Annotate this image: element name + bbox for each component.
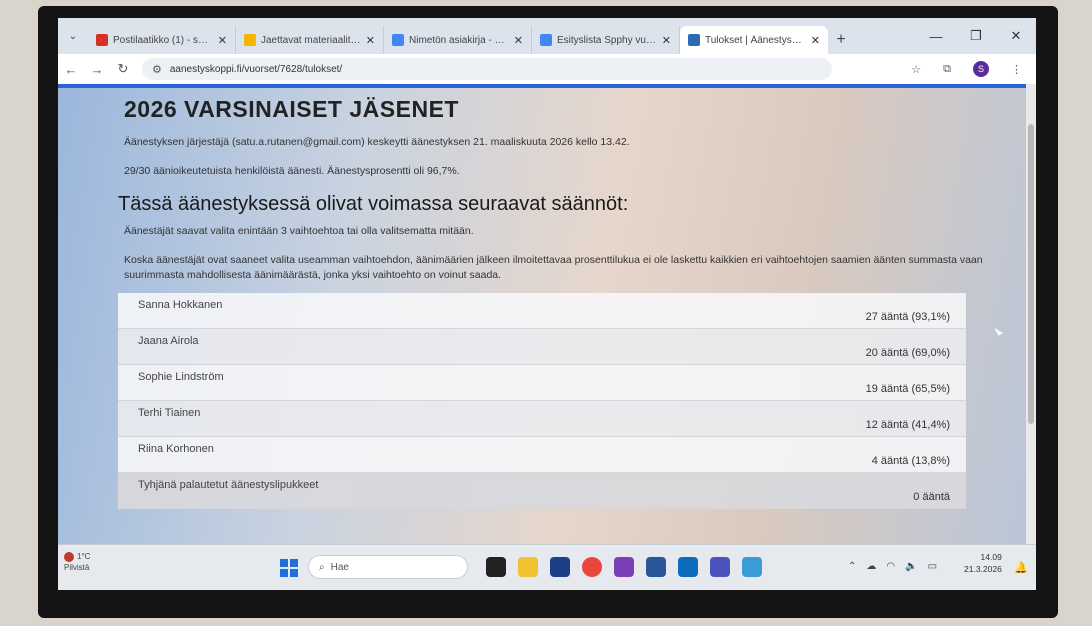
result-row: Sophie Lindström 19 ääntä (65,5%) bbox=[118, 365, 966, 401]
tab-agenda[interactable]: Esityslista Spphy vuosik ✕ bbox=[532, 26, 680, 54]
vote-count: 4 ääntä (13,8%) bbox=[871, 455, 950, 467]
candidate-name: Sanna Hokkanen bbox=[138, 299, 223, 311]
app-icon[interactable] bbox=[742, 557, 762, 577]
result-row: Terhi Tiainen 12 ääntä (41,4%) bbox=[118, 401, 966, 437]
rule-note: Koska äänestäjät ovat saaneet valita use… bbox=[124, 254, 983, 281]
back-button[interactable]: ← bbox=[58, 62, 84, 77]
profile-avatar[interactable]: S bbox=[973, 61, 989, 77]
results-list: Sanna Hokkanen 27 ääntä (93,1%) Jaana Ai… bbox=[118, 293, 966, 509]
close-tab-icon[interactable]: ✕ bbox=[218, 34, 227, 47]
url-field[interactable]: ⚙ aanestyskoppi.fi/vuorset/7628/tulokset… bbox=[142, 58, 832, 80]
tab-results[interactable]: Tulokset | Äänestyskoppi ✕ bbox=[680, 26, 828, 54]
store-icon[interactable] bbox=[550, 557, 570, 577]
rules-heading: Tässä äänestyksessä olivat voimassa seur… bbox=[118, 193, 629, 215]
chrome-icon[interactable] bbox=[582, 557, 602, 577]
taskbar-apps bbox=[486, 557, 762, 577]
close-tab-icon[interactable]: ✕ bbox=[811, 34, 820, 47]
notification-icon[interactable]: 🔔 bbox=[1014, 561, 1028, 574]
result-row: Sanna Hokkanen 27 ääntä (93,1%) bbox=[118, 293, 966, 329]
mouse-cursor-icon bbox=[994, 325, 1003, 336]
volume-icon[interactable]: 🔈 bbox=[905, 561, 917, 572]
start-button[interactable] bbox=[280, 559, 298, 577]
blank-ballots-label: Tyhjänä palautetut äänestyslipukkeet bbox=[138, 479, 319, 491]
teams-icon[interactable] bbox=[710, 557, 730, 577]
minimize-button[interactable]: — bbox=[916, 29, 956, 44]
tab-search-icon[interactable]: ⌄ bbox=[58, 18, 88, 54]
system-tray: ⌃ ☁ ◠ 🔈 ▭ bbox=[848, 561, 937, 572]
blank-ballots-row: Tyhjänä palautetut äänestyslipukkeet 0 ä… bbox=[118, 473, 966, 509]
maximize-button[interactable]: ❐ bbox=[956, 28, 996, 44]
chevron-up-icon[interactable]: ⌃ bbox=[848, 561, 856, 572]
taskbar-search[interactable]: ⌕ Hae bbox=[308, 555, 468, 579]
search-icon: ⌕ bbox=[319, 561, 325, 573]
reload-button[interactable]: ↻ bbox=[110, 61, 136, 77]
organizer-line: Äänestyksen järjestäjä (satu.a.rutanen@g… bbox=[124, 136, 630, 148]
turnout-line: 29/30 äänioikeutetuista henkilöistä ääne… bbox=[124, 165, 460, 177]
gmail-icon bbox=[96, 34, 108, 46]
extensions-icon[interactable]: ⧉ bbox=[943, 63, 951, 76]
candidate-name: Terhi Tiainen bbox=[138, 407, 201, 419]
docs-icon bbox=[392, 34, 404, 46]
file-explorer-icon[interactable] bbox=[518, 557, 538, 577]
vote-count: 27 ääntä (93,1%) bbox=[865, 311, 950, 323]
outlook-icon[interactable] bbox=[678, 557, 698, 577]
ballot-box-icon bbox=[688, 34, 700, 46]
menu-icon[interactable]: ⋮ bbox=[1011, 63, 1022, 76]
tab-strip: ⌄ Postilaatikko (1) - spphy. ✕ Jaettavat… bbox=[58, 18, 1036, 54]
wifi-icon[interactable]: ◠ bbox=[886, 561, 895, 572]
word-icon[interactable] bbox=[646, 557, 666, 577]
candidate-name: Jaana Airola bbox=[138, 335, 199, 347]
new-tab-button[interactable]: + bbox=[828, 26, 854, 54]
candidate-name: Sophie Lindström bbox=[138, 371, 224, 383]
vote-count: 19 ääntä (65,5%) bbox=[865, 383, 950, 395]
battery-icon[interactable]: ▭ bbox=[928, 561, 937, 572]
close-tab-icon[interactable]: ✕ bbox=[366, 34, 375, 47]
close-tab-icon[interactable]: ✕ bbox=[514, 34, 523, 47]
vote-count: 20 ääntä (69,0%) bbox=[865, 347, 950, 359]
result-row: Jaana Airola 20 ääntä (69,0%) bbox=[118, 329, 966, 365]
tab-gmail[interactable]: Postilaatikko (1) - spphy. ✕ bbox=[88, 26, 236, 54]
blank-ballots-count: 0 ääntä bbox=[913, 491, 950, 503]
clock[interactable]: 14.09 21.3.2026 bbox=[964, 551, 1002, 575]
taskbar: 1°C Pilvistä ⌕ Hae ⌃ ☁ ◠ 🔈 ▭ 14.09 21.3.… bbox=[58, 544, 1036, 590]
address-bar: ← → ↻ ⚙ aanestyskoppi.fi/vuorset/7628/tu… bbox=[58, 54, 1036, 85]
vote-count: 12 ääntä (41,4%) bbox=[865, 419, 950, 431]
onedrive-icon[interactable]: ☁ bbox=[866, 561, 876, 572]
site-info-icon[interactable]: ⚙ bbox=[152, 63, 162, 76]
candidate-name: Riina Korhonen bbox=[138, 443, 214, 455]
forward-button[interactable]: → bbox=[84, 62, 110, 77]
weather-widget[interactable]: 1°C Pilvistä bbox=[64, 551, 90, 573]
result-row: Riina Korhonen 4 ääntä (13,8%) bbox=[118, 437, 966, 473]
close-tab-icon[interactable]: ✕ bbox=[662, 34, 671, 47]
page-title: 2026 VARSINAISET JÄSENET bbox=[124, 96, 459, 122]
page-scrollbar[interactable] bbox=[1026, 84, 1036, 544]
rule-text: Äänestäjät saavat valita enintään 3 vaih… bbox=[124, 225, 474, 237]
screen: ⌄ Postilaatikko (1) - spphy. ✕ Jaettavat… bbox=[58, 18, 1036, 590]
tab-drive[interactable]: Jaettavat materiaalit - G ✕ bbox=[236, 26, 384, 54]
drive-icon bbox=[244, 34, 256, 46]
window-controls: — ❐ ✕ bbox=[916, 18, 1036, 54]
scrollbar-thumb[interactable] bbox=[1028, 124, 1034, 424]
copilot-icon[interactable] bbox=[614, 557, 634, 577]
close-window-button[interactable]: ✕ bbox=[996, 28, 1036, 44]
weather-icon bbox=[64, 551, 74, 562]
bookmark-star-icon[interactable]: ☆ bbox=[911, 63, 921, 76]
task-view-icon[interactable] bbox=[486, 557, 506, 577]
tab-docs[interactable]: Nimetön asiakirja - Goog ✕ bbox=[384, 26, 532, 54]
docs-icon bbox=[540, 34, 552, 46]
page-content: 2026 VARSINAISET JÄSENET Äänestyksen jär… bbox=[58, 84, 1026, 544]
